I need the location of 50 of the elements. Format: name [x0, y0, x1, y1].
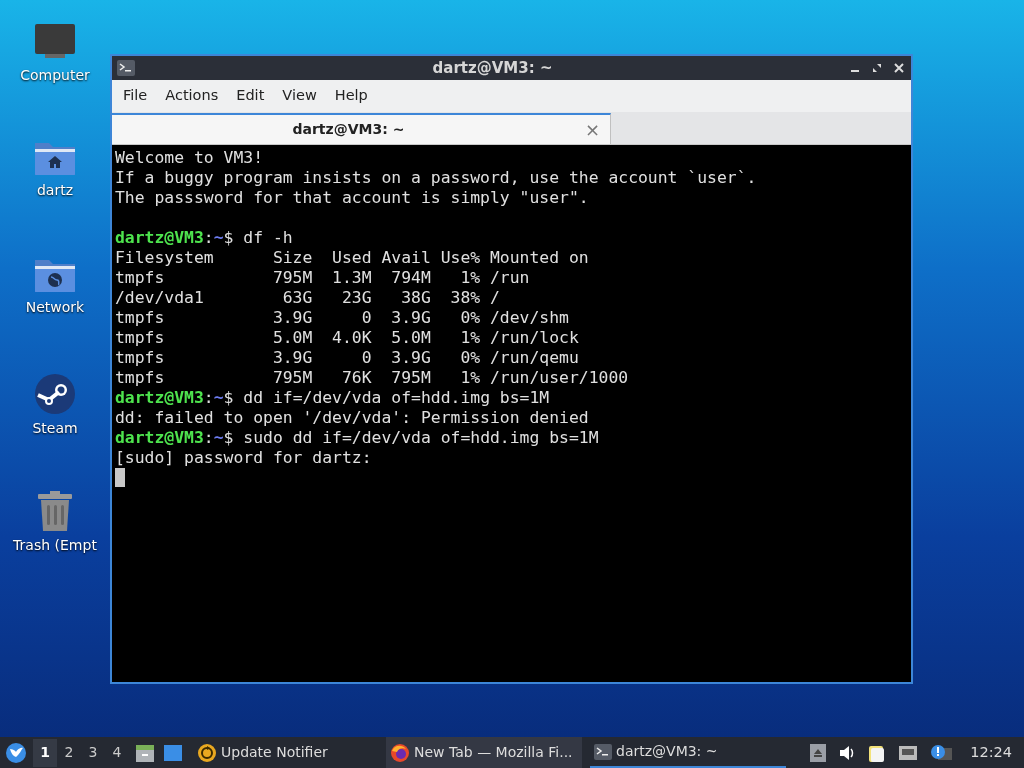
workspace-button[interactable]: 1 — [33, 738, 57, 767]
prompt-line: dartz@VM3:~$ sudo dd if=/dev/vda of=hdd.img bs=1M — [115, 428, 599, 448]
text-cursor — [115, 468, 125, 487]
terminal-icon — [117, 60, 135, 76]
terminal-line: If a buggy program insists on a password, use the account `user`. — [115, 168, 757, 188]
terminal-line: tmpfs 3.9G 0 3.9G 0% /dev/shm — [115, 308, 569, 328]
menu-item[interactable]: File — [114, 85, 157, 107]
terminal-line: [sudo] password for dartz: — [115, 448, 372, 468]
terminal-line: dd: failed to open '/dev/vda': Permission denied — [115, 408, 589, 428]
menu-item[interactable]: Edit — [227, 85, 274, 107]
trash-icon — [36, 490, 74, 532]
menu-item[interactable]: Help — [325, 85, 377, 107]
terminal-line: tmpfs 5.0M 4.0K 5.0M 1% /run/lock — [115, 328, 579, 348]
clock[interactable]: 12:24 — [970, 741, 1012, 764]
tab-close-button[interactable]: × — [584, 116, 610, 143]
terminal-line: Welcome to VM3! — [115, 148, 264, 168]
update-icon — [197, 742, 217, 763]
terminal-line: tmpfs 795M 76K 795M 1% /run/user/1000 — [115, 368, 629, 388]
file-manager-icon[interactable] — [135, 742, 155, 763]
network-icon[interactable] — [898, 744, 919, 761]
close-icon[interactable] — [894, 63, 904, 73]
terminal-line: tmpfs 3.9G 0 3.9G 0% /run/qemu — [115, 348, 579, 368]
terminal-line: tmpfs 795M 1.3M 794M 1% /run — [115, 268, 530, 288]
menu-item[interactable]: Actions — [156, 85, 228, 107]
workspace-button[interactable]: 4 — [105, 738, 129, 767]
desktop-icon-label[interactable]: dartz — [36, 180, 74, 201]
desktop-icon-label[interactable]: Steam — [32, 418, 78, 439]
terminal-icon — [594, 743, 612, 760]
taskbar-task[interactable]: dartz@VM3: ~ — [590, 737, 786, 768]
taskbar-task[interactable]: New Tab — Mozilla Fi... — [386, 737, 582, 768]
maximize-icon[interactable] — [872, 63, 882, 73]
taskbar-task[interactable]: Update Notifier — [193, 737, 378, 768]
desktop-icon-label[interactable]: Network — [25, 297, 85, 318]
workspace-button[interactable]: 2 — [57, 738, 81, 767]
window-title: dartz@VM3: ~ — [431, 57, 554, 79]
menu-item[interactable]: View — [273, 85, 326, 107]
eject-icon[interactable] — [810, 743, 827, 762]
terminal-line: The passsword for that account is simply "user". — [115, 188, 589, 208]
start-menu-icon[interactable] — [5, 741, 27, 764]
prompt-line: dartz@VM3:~$ df -h — [115, 228, 293, 248]
workspace-button[interactable]: 3 — [81, 738, 105, 767]
prompt-line: dartz@VM3:~$ dd if=/dev/vda of=hdd.img bs=1M — [115, 388, 550, 408]
terminal-line: Filesystem Size Used Avail Use% Mounted on — [115, 248, 589, 268]
terminal-tab[interactable]: dartz@VM3: ~ × — [112, 113, 611, 144]
notification-icon[interactable] — [930, 743, 953, 762]
desktop-icon[interactable] — [163, 743, 183, 762]
terminal-line: /dev/vda1 63G 23G 38G 38% / — [115, 288, 500, 308]
desktop-icon-label[interactable]: Trash (Empt — [13, 535, 97, 556]
firefox-icon — [390, 742, 410, 763]
steam-icon — [34, 373, 76, 415]
